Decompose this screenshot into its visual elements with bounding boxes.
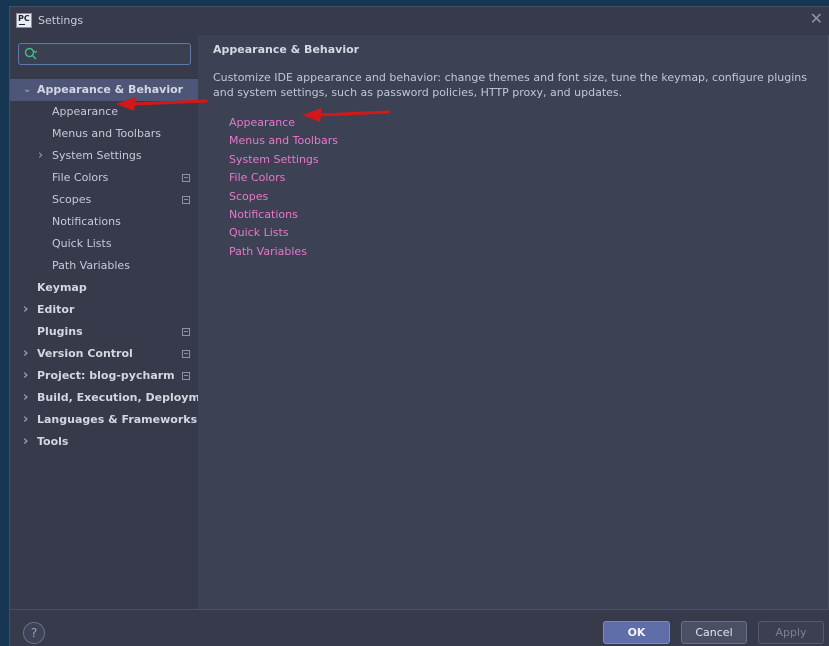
sidebar-item[interactable]: › System Settings: [10, 145, 198, 167]
cancel-button[interactable]: Cancel: [681, 621, 747, 644]
sidebar-item[interactable]: Scopes: [10, 189, 198, 211]
sidebar-item[interactable]: Plugins: [10, 321, 198, 343]
sidebar-item-label: Plugins: [37, 325, 83, 338]
sidebar-item-label: Path Variables: [52, 259, 130, 272]
help-button[interactable]: ?: [23, 622, 45, 644]
sidebar-item-label: Keymap: [37, 281, 87, 294]
content-link[interactable]: Quick Lists: [229, 226, 289, 239]
dialog-footer: ? OK Cancel Apply: [10, 609, 829, 646]
sidebar-item[interactable]: Keymap: [10, 277, 198, 299]
content-link[interactable]: Notifications: [229, 208, 298, 221]
page-title: Appearance & Behavior: [213, 43, 360, 56]
sidebar-item[interactable]: › Project: blog-pycharm: [10, 365, 198, 387]
project-scope-icon: [182, 350, 190, 358]
annotation-arrow-sidebar: [116, 97, 208, 111]
sidebar-item[interactable]: › Tools: [10, 431, 198, 453]
sidebar-item-label: Tools: [37, 435, 69, 448]
apply-button[interactable]: Apply: [758, 621, 824, 644]
settings-sidebar: ⌄ Appearance & Behavior Appearance Menus an…: [10, 35, 220, 609]
settings-content-panel: Appearance & Behavior Customize IDE appe…: [198, 35, 828, 609]
sidebar-item-label: Version Control: [37, 347, 133, 360]
sidebar-item-label: Menus and Toolbars: [52, 127, 161, 140]
sidebar-item[interactable]: Quick Lists: [10, 233, 198, 255]
content-link[interactable]: Appearance: [229, 116, 295, 129]
sidebar-item-label: Build, Execution, Deployment: [37, 391, 221, 404]
sidebar-item[interactable]: Notifications: [10, 211, 198, 233]
sidebar-item-label: Notifications: [52, 215, 121, 228]
sidebar-item[interactable]: Path Variables: [10, 255, 198, 277]
content-link[interactable]: Menus and Toolbars: [229, 134, 338, 147]
annotation-arrow-content: [302, 108, 390, 122]
project-scope-icon: [182, 328, 190, 336]
sidebar-item-label: Quick Lists: [52, 237, 112, 250]
ok-button[interactable]: OK: [603, 621, 670, 644]
chevron-down-icon[interactable]: ⌄: [23, 79, 33, 101]
search-icon: [24, 47, 38, 60]
window-title: Settings: [38, 14, 84, 27]
sidebar-item[interactable]: › Languages & Frameworks: [10, 409, 198, 431]
sidebar-item-label: Project: blog-pycharm: [37, 369, 175, 382]
project-scope-icon: [182, 372, 190, 380]
sidebar-item-label: Scopes: [52, 193, 92, 206]
sidebar-item-label: System Settings: [52, 149, 142, 162]
content-link[interactable]: Scopes: [229, 190, 268, 203]
content-link[interactable]: Path Variables: [229, 245, 307, 258]
sidebar-item-label: Languages & Frameworks: [37, 413, 198, 426]
sidebar-item[interactable]: › Version Control: [10, 343, 198, 365]
pycharm-logo-icon: PC: [16, 13, 32, 28]
sidebar-item[interactable]: Menus and Toolbars: [10, 123, 198, 145]
page-description: Customize IDE appearance and behavior: c…: [213, 71, 807, 99]
chevron-right-icon[interactable]: ›: [38, 145, 48, 167]
project-scope-icon: [182, 174, 190, 182]
sidebar-item[interactable]: › Editor: [10, 299, 198, 321]
sidebar-item-label: Appearance: [52, 105, 119, 118]
title-bar: PC Settings ✕: [10, 7, 829, 35]
sidebar-item-label: Editor: [37, 303, 75, 316]
chevron-right-icon[interactable]: ›: [23, 387, 33, 409]
sidebar-item[interactable]: › Build, Execution, Deployment: [10, 387, 220, 409]
content-link[interactable]: File Colors: [229, 171, 285, 184]
sidebar-item[interactable]: File Colors: [10, 167, 198, 189]
chevron-right-icon[interactable]: ›: [23, 365, 33, 387]
close-icon[interactable]: ✕: [810, 11, 823, 27]
content-link[interactable]: System Settings: [229, 153, 319, 166]
search-input[interactable]: [18, 43, 191, 65]
sidebar-item-label: File Colors: [52, 171, 109, 184]
chevron-right-icon[interactable]: ›: [23, 299, 33, 321]
logo-text: PC: [18, 14, 30, 23]
project-scope-icon: [182, 196, 190, 204]
chevron-right-icon[interactable]: ›: [23, 409, 33, 431]
chevron-right-icon[interactable]: ›: [23, 343, 33, 365]
chevron-right-icon[interactable]: ›: [23, 431, 33, 453]
